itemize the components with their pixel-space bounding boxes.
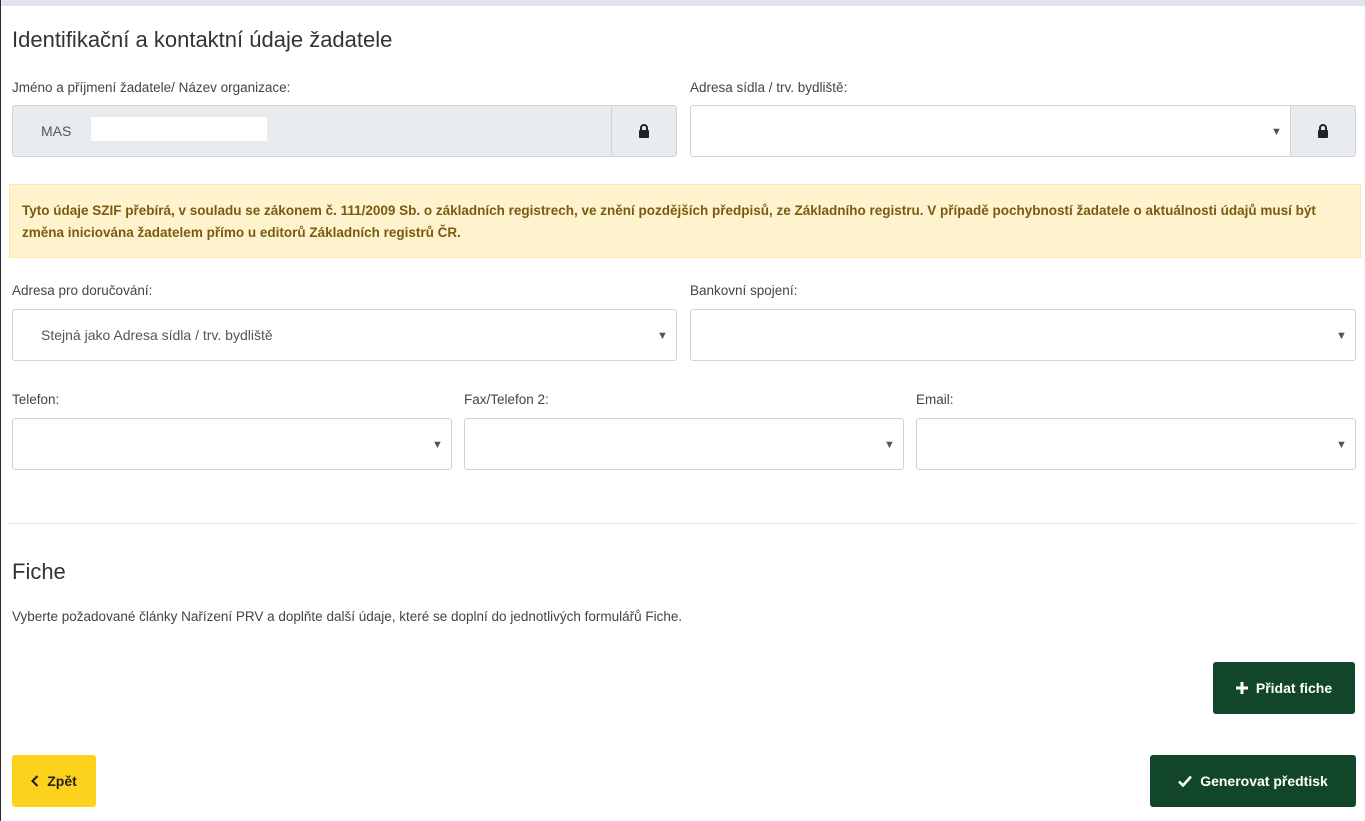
applicant-name-label: Jméno a příjmení žadatele/ Název organiz… xyxy=(12,80,291,95)
left-border xyxy=(0,0,1,821)
phone-label: Telefon: xyxy=(12,392,60,407)
chevron-down-icon: ▼ xyxy=(1271,126,1282,138)
chevron-down-icon: ▼ xyxy=(1336,439,1347,451)
fiche-title: Fiche xyxy=(12,559,66,584)
applicant-name-field: MAS xyxy=(12,105,677,157)
fax-label: Fax/Telefon 2: xyxy=(464,392,549,407)
fax-select[interactable]: ▼ xyxy=(464,418,904,470)
bank-select[interactable]: ▼ xyxy=(690,309,1356,361)
phone-select[interactable]: ▼ xyxy=(12,418,452,470)
fiche-description: Vyberte požadované články Nařízení PRV a… xyxy=(12,609,683,624)
lock-addon xyxy=(611,106,676,156)
add-fiche-button[interactable]: Přidat fiche xyxy=(1213,662,1355,714)
plus-icon xyxy=(1235,682,1248,694)
email-select[interactable]: ▼ xyxy=(916,418,1356,470)
lock-icon xyxy=(639,124,649,138)
redacted-block xyxy=(91,117,267,141)
top-border xyxy=(0,0,1365,6)
back-button[interactable]: Zpět xyxy=(12,755,96,807)
section-divider xyxy=(9,523,1356,524)
bank-label: Bankovní spojení: xyxy=(690,283,798,298)
generate-preprint-button[interactable]: Generovat předtisk xyxy=(1150,755,1356,807)
back-label: Zpět xyxy=(47,773,77,789)
lock-icon xyxy=(1318,124,1328,138)
address-select[interactable]: ▼ xyxy=(690,105,1356,157)
chevron-down-icon: ▼ xyxy=(1336,330,1347,342)
email-label: Email: xyxy=(916,392,954,407)
chevron-down-icon: ▼ xyxy=(432,439,443,451)
chevron-down-icon: ▼ xyxy=(884,439,895,451)
section-title: Identifikační a kontaktní údaje žadatele xyxy=(12,27,393,52)
chevron-down-icon: ▼ xyxy=(657,330,668,342)
delivery-address-select[interactable]: Stejná jako Adresa sídla / trv. bydliště… xyxy=(12,309,677,361)
address-label: Adresa sídla / trv. bydliště: xyxy=(690,80,848,95)
chevron-left-icon xyxy=(31,775,39,787)
delivery-address-label: Adresa pro doručování: xyxy=(12,283,153,298)
delivery-address-value: Stejná jako Adresa sídla / trv. bydliště xyxy=(41,327,273,343)
lock-addon xyxy=(1290,106,1355,156)
applicant-name-value: MAS xyxy=(41,123,72,139)
redacted-block xyxy=(709,117,1277,141)
add-fiche-label: Přidat fiche xyxy=(1255,680,1333,696)
generate-preprint-label: Generovat předtisk xyxy=(1200,773,1328,789)
check-icon xyxy=(1178,775,1193,787)
registry-alert: Tyto údaje SZIF přebírá, v souladu se zá… xyxy=(9,184,1361,258)
